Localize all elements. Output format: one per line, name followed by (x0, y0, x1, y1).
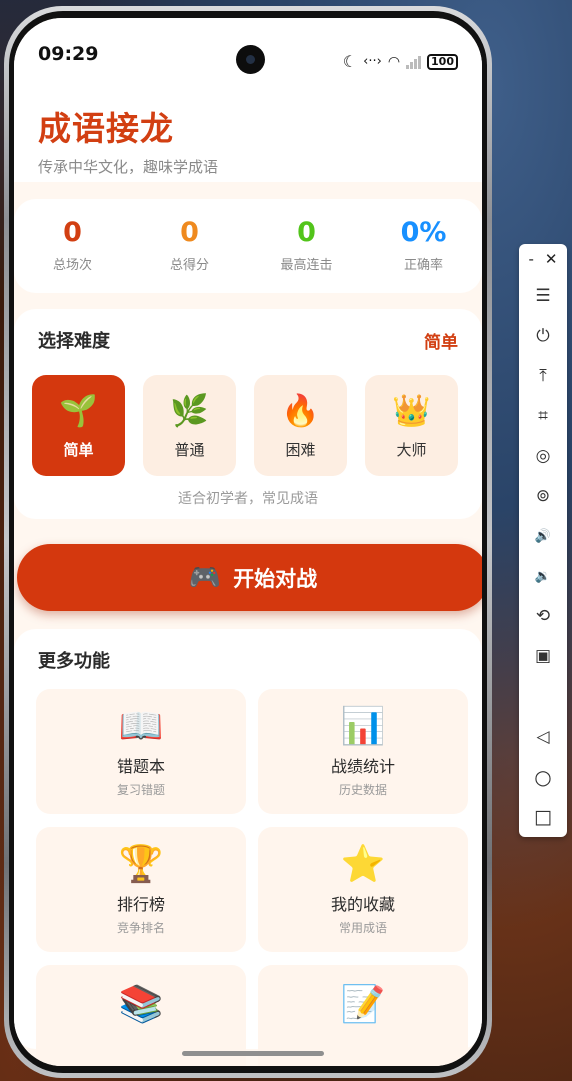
difficulty-normal-button[interactable]: 🌿 普通 (143, 375, 236, 476)
more-features-card: 更多功能 📖 错题本 复习错题 📊 战绩统计 历史数据 🏆 排行榜 竞争排名 ⭐… (14, 629, 482, 1066)
feature-favorites[interactable]: ⭐ 我的收藏 常用成语 (258, 827, 468, 952)
app-subtitle: 传承中华文化，趣味学成语 (38, 158, 219, 176)
stat-label: 总场次 (52, 258, 92, 273)
stat-label: 总得分 (169, 258, 209, 273)
phone-frame: 09:29 ☾ ‹··› ◠ 100 成语接龙 传承中华文化，趣味学成语 0 总… (4, 6, 492, 1078)
stat-value: 0 (297, 217, 316, 248)
difficulty-hard-button[interactable]: 🔥 困难 (254, 375, 347, 476)
toolbar-window-controls: - ✕ (519, 244, 567, 268)
status-time: 09:29 (38, 43, 99, 65)
current-difficulty: 简单 (424, 332, 458, 353)
open-book-icon: 📖 (118, 706, 164, 747)
seedling-icon: 🌱 (59, 393, 98, 429)
app-header: 成语接龙 传承中华文化，趣味学成语 (14, 90, 482, 182)
difficulty-label: 大师 (396, 441, 427, 459)
rotate-icon[interactable]: ⟲ (531, 604, 555, 628)
stat-best-combo: 0 最高连击 (252, 217, 362, 293)
game-controller-icon: 🎮 (188, 562, 222, 593)
feature-title: 错题本 (116, 757, 165, 776)
wifi-icon: ◠ (387, 53, 401, 70)
memo-icon: 📝 (340, 984, 386, 1025)
crop-icon[interactable]: ⌗ (531, 404, 555, 428)
minimize-icon[interactable]: - (529, 250, 534, 268)
feature-title: 排行榜 (116, 895, 165, 914)
stat-accuracy: 0% 正确率 (369, 217, 479, 293)
fire-icon: 🔥 (281, 393, 320, 429)
stat-label: 正确率 (403, 258, 443, 273)
volume-down-icon[interactable]: 🔉 (531, 564, 555, 588)
upload-icon[interactable]: ⤒ (531, 364, 555, 388)
front-camera (236, 45, 265, 74)
signal-icon (406, 55, 422, 69)
screenshot-icon[interactable]: ⊚ (531, 484, 555, 508)
phone-bezel: 09:29 ☾ ‹··› ◠ 100 成语接龙 传承中华文化，趣味学成语 0 总… (9, 11, 487, 1073)
difficulty-options: 🌱 简单 🌿 普通 🔥 困难 👑 大师 (32, 375, 458, 476)
trophy-icon: 🏆 (118, 844, 164, 885)
difficulty-title: 选择难度 (38, 331, 110, 352)
difficulty-hint: 适合初学者，常见成语 (178, 491, 318, 507)
stat-total-games: 0 总场次 (18, 217, 128, 293)
menu-icon[interactable]: ☰ (531, 284, 555, 308)
volume-up-icon[interactable]: 🔊 (531, 524, 555, 548)
home-icon[interactable]: ○ (531, 765, 555, 789)
start-battle-label: 开始对战 (233, 566, 318, 591)
device-icon[interactable]: ▣ (531, 644, 555, 668)
features-grid: 📖 错题本 复习错题 📊 战绩统计 历史数据 🏆 排行榜 竞争排名 ⭐ 我的收藏… (36, 689, 468, 1066)
feature-subtitle: 竞争排名 (116, 921, 165, 935)
feature-battle-stats[interactable]: 📊 战绩统计 历史数据 (258, 689, 468, 814)
close-icon[interactable]: ✕ (545, 250, 558, 268)
feature-leaderboard[interactable]: 🏆 排行榜 竞争排名 (36, 827, 246, 952)
battery-icon: 100 (427, 53, 458, 70)
stat-value: 0% (400, 217, 447, 248)
difficulty-card: 选择难度 简单 🌱 简单 🌿 普通 🔥 困难 👑 大师 适合初学者，常见成语 (14, 309, 482, 519)
camera-icon[interactable]: ◎ (531, 444, 555, 468)
more-features-title: 更多功能 (38, 651, 110, 672)
start-battle-button[interactable]: 🎮 开始对战 (17, 544, 482, 611)
feature-subtitle: 历史数据 (338, 783, 387, 797)
difficulty-header: 选择难度 简单 (38, 327, 458, 353)
difficulty-master-button[interactable]: 👑 大师 (365, 375, 458, 476)
feature-mistake-book[interactable]: 📖 错题本 复习错题 (36, 689, 246, 814)
moon-icon: ☾ (342, 52, 358, 71)
feature-subtitle: 常用成语 (338, 921, 387, 935)
power-icon[interactable]: ⏻ (531, 324, 555, 348)
stat-value: 0 (180, 217, 199, 248)
difficulty-label: 简单 (63, 441, 94, 459)
feature-subtitle: 复习错题 (116, 783, 165, 797)
emulator-toolbar: - ✕ ☰ ⏻ ⤒ ⌗ ◎ ⊚ 🔊 🔉 ⟲ ▣ ◁ ○ □ (519, 244, 567, 837)
home-indicator[interactable] (182, 1051, 324, 1056)
difficulty-easy-button[interactable]: 🌱 简单 (32, 375, 125, 476)
books-icon: 📚 (118, 984, 164, 1025)
stat-label: 最高连击 (280, 258, 333, 273)
stat-value: 0 (63, 217, 82, 248)
phone-screen: 09:29 ☾ ‹··› ◠ 100 成语接龙 传承中华文化，趣味学成语 0 总… (14, 18, 482, 1066)
difficulty-label: 普通 (174, 441, 205, 459)
difficulty-label: 困难 (285, 441, 316, 459)
feature-title: 战绩统计 (330, 757, 395, 776)
bar-chart-icon: 📊 (340, 706, 386, 747)
feature-title: 我的收藏 (330, 895, 395, 914)
star-icon: ⭐ (340, 844, 386, 885)
app-title: 成语接龙 (38, 109, 174, 148)
crown-icon: 👑 (392, 393, 431, 429)
recents-icon[interactable]: □ (531, 805, 555, 829)
stats-card: 0 总场次 0 总得分 0 最高连击 0% 正确率 (14, 199, 482, 293)
data-transfer-icon: ‹··› (363, 54, 382, 69)
stat-total-score: 0 总得分 (135, 217, 245, 293)
back-icon[interactable]: ◁ (531, 725, 555, 749)
herb-icon: 🌿 (170, 393, 209, 429)
status-icons: ☾ ‹··› ◠ 100 (343, 52, 458, 71)
